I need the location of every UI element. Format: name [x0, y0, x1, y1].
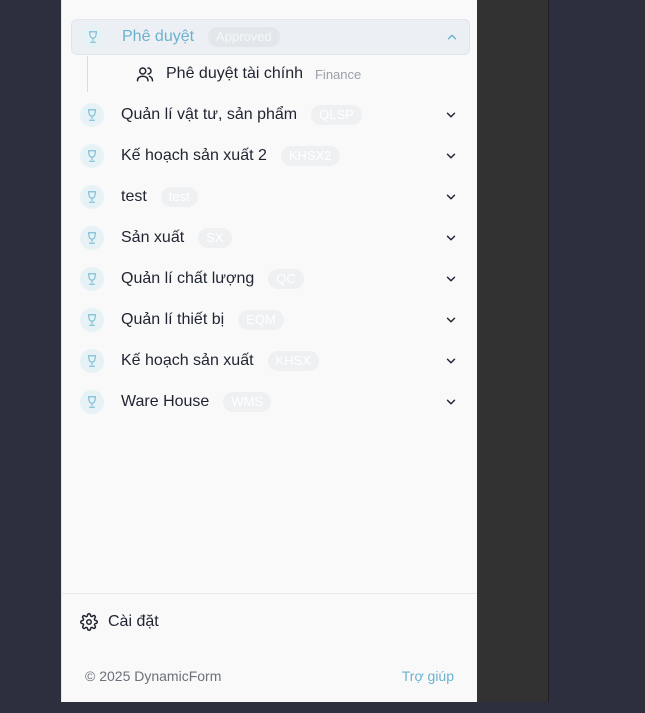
module-item-test[interactable]: test test [71, 179, 468, 215]
module-code-badge: WMS [223, 392, 272, 412]
chevron-down-icon[interactable] [444, 231, 458, 245]
module-label: Sản xuất SX [121, 228, 232, 248]
module-label: Phê duyệt Approved [122, 27, 280, 47]
module-label: Kế hoạch sản xuất 2 KHSX2 [121, 146, 340, 166]
settings-label: Cài đặt [108, 613, 159, 630]
module-item-qlsp[interactable]: Quản lí vật tư, sản phẩm QLSP [71, 97, 468, 133]
sidebar: Phê duyệt Approved Phê duyệt tài chính F… [61, 0, 478, 702]
module-code-badge: KHSX2 [280, 146, 340, 166]
module-item-wms[interactable]: Ware House WMS [71, 384, 468, 420]
users-icon [136, 67, 154, 82]
module-item-approved[interactable]: Phê duyệt Approved [71, 19, 470, 55]
chevron-down-icon[interactable] [444, 108, 458, 122]
submenu-guide-line [87, 56, 88, 92]
chevron-up-icon[interactable] [445, 30, 459, 44]
background-panel [477, 0, 549, 702]
module-icon [80, 267, 104, 291]
module-label: Quản lí thiết bị EQM [121, 310, 284, 330]
module-label: test test [121, 187, 198, 207]
module-code-badge: SX [198, 228, 232, 248]
submenu-item-finance[interactable]: Phê duyệt tài chính Finance [136, 57, 361, 91]
chevron-down-icon[interactable] [444, 395, 458, 409]
module-item-qc[interactable]: Quản lí chất lượng QC [71, 261, 468, 297]
copyright-text: © 2025 DynamicForm [85, 668, 222, 684]
chevron-down-icon[interactable] [444, 190, 458, 204]
gear-icon [80, 613, 98, 631]
chevron-down-icon[interactable] [444, 149, 458, 163]
submenu-item-label: Phê duyệt tài chính [166, 65, 303, 82]
module-code-badge: KHSX [267, 351, 319, 371]
submenu-item-code: Finance [314, 66, 362, 82]
module-item-khsx2[interactable]: Kế hoạch sản xuất 2 KHSX2 [71, 138, 468, 174]
module-icon [81, 25, 105, 49]
module-code-badge: EQM [238, 310, 284, 330]
settings-button[interactable]: Cài đặt [80, 610, 159, 634]
chevron-down-icon[interactable] [444, 272, 458, 286]
module-icon [80, 349, 104, 373]
module-label: Kế hoạch sản xuất KHSX [121, 351, 319, 371]
help-link[interactable]: Trợ giúp [402, 668, 454, 684]
module-icon [80, 144, 104, 168]
module-label: Quản lí vật tư, sản phẩm QLSP [121, 105, 362, 125]
module-label: Quản lí chất lượng QC [121, 269, 304, 289]
module-item-eqm[interactable]: Quản lí thiết bị EQM [71, 302, 468, 338]
module-icon [80, 103, 104, 127]
module-code-badge: Approved [208, 27, 280, 47]
module-label: Ware House WMS [121, 392, 272, 412]
module-icon [80, 185, 104, 209]
module-item-sx[interactable]: Sản xuất SX [71, 220, 468, 256]
module-code-badge: QLSP [311, 105, 362, 125]
footer-divider [62, 593, 478, 594]
module-code-badge: test [160, 187, 198, 207]
chevron-down-icon[interactable] [444, 313, 458, 327]
module-item-khsx[interactable]: Kế hoạch sản xuất KHSX [71, 343, 468, 379]
module-icon [80, 308, 104, 332]
module-code-badge: QC [268, 269, 304, 289]
module-icon [80, 226, 104, 250]
chevron-down-icon[interactable] [444, 354, 458, 368]
module-icon [80, 390, 104, 414]
